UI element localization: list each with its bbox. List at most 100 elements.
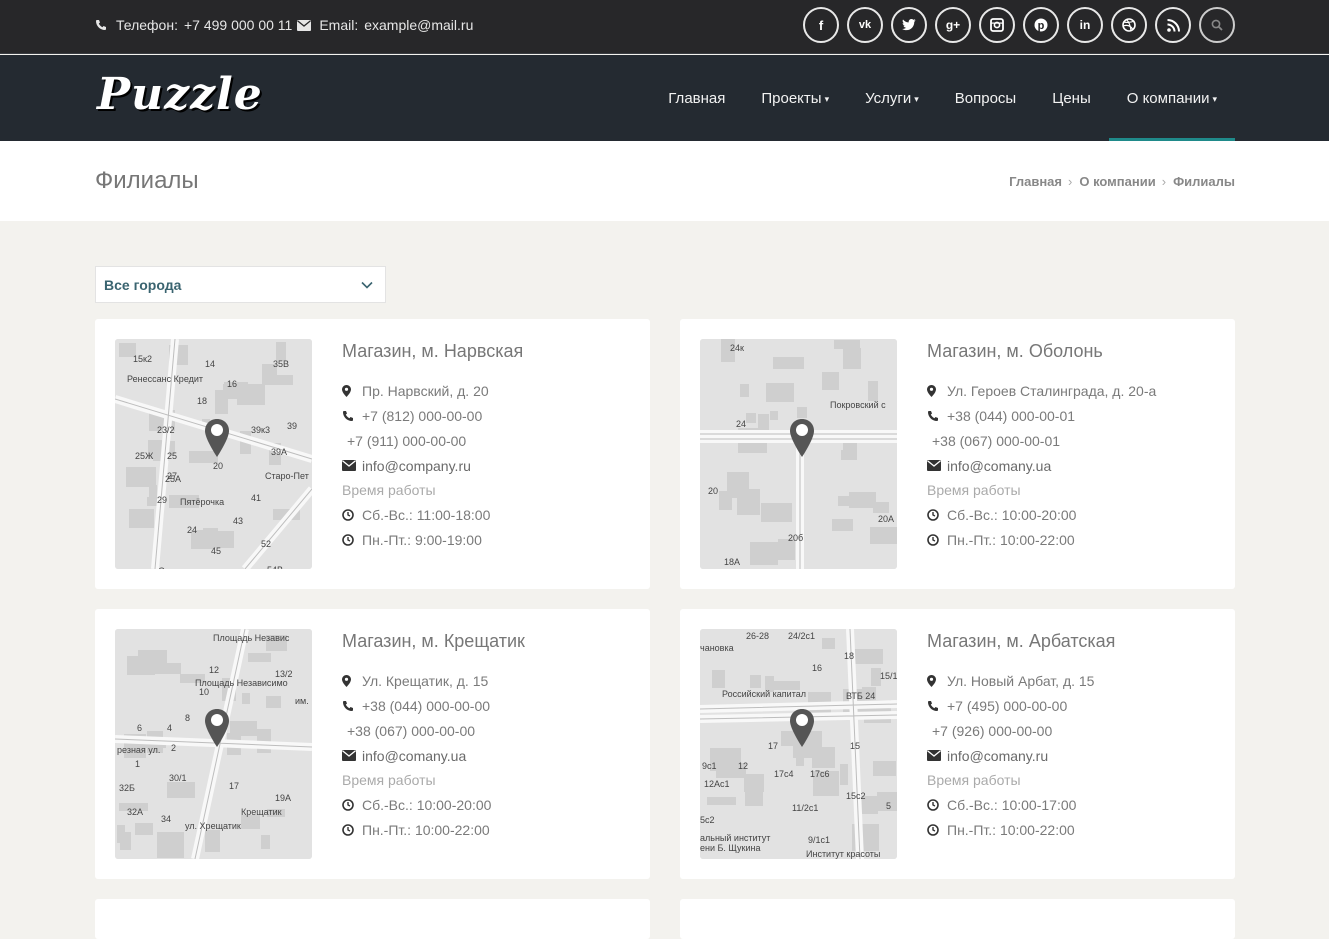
map-label: 20: [213, 461, 223, 471]
map-building: [746, 413, 756, 423]
phone-number[interactable]: +7 499 000 00 11: [184, 17, 292, 33]
main-menu: Главная Проекты ▾ Услуги ▾ Вопросы Цены О …: [650, 55, 1236, 141]
map-building: [744, 774, 764, 792]
map-building: [873, 761, 896, 776]
map-label: 43: [233, 516, 243, 526]
facebook-icon[interactable]: f: [803, 7, 839, 43]
branch-map[interactable]: Площадь Независ Площадь Независимо 13/2 12 1…: [115, 629, 312, 859]
map-label: Крещатик: [241, 807, 282, 817]
map-label: 16: [812, 663, 822, 673]
nav-item-home[interactable]: Главная: [650, 55, 743, 141]
working-hours-label: Время работы: [342, 772, 436, 788]
nav-item-prices[interactable]: Цены: [1034, 55, 1109, 141]
phone-text[interactable]: +7 (926) 000-00-00: [927, 723, 1052, 739]
map-label: 54В: [267, 565, 283, 569]
map-label: 18А: [724, 557, 740, 567]
address-text: Ул. Крещатик, д. 15: [362, 672, 489, 689]
branch-info: Магазин, м. Нарвская Пр. Нарвский, д. 20…: [342, 341, 640, 552]
pinterest-icon[interactable]: p: [1023, 7, 1059, 43]
phone-text[interactable]: +7 (911) 000-00-00: [342, 433, 466, 449]
map-label: пл. Стач: [143, 566, 178, 569]
branch-hours: Сб.-Вс.: 10:00-17:00: [927, 792, 1225, 817]
map-building: [832, 519, 853, 531]
nav-item-label: Главная: [668, 89, 726, 107]
map-label: Старо-Пет: [265, 471, 309, 481]
branch-name[interactable]: Магазин, м. Нарвская: [342, 341, 640, 362]
phone-text[interactable]: +7 (495) 000-00-00: [947, 698, 1067, 714]
map-building: [773, 357, 804, 369]
phone-text[interactable]: +38 (067) 000-00-01: [927, 433, 1060, 449]
linkedin-icon[interactable]: in: [1067, 7, 1103, 43]
page-title: Филиалы: [95, 167, 199, 194]
map-building: [129, 509, 154, 528]
main-navbar: Puzzle Главная Проекты ▾ Услуги ▾ Вопросы …: [0, 55, 1329, 141]
branch-name[interactable]: Магазин, м. Оболонь: [927, 341, 1225, 362]
branch-name[interactable]: Магазин, м. Арбатская: [927, 631, 1225, 652]
map-label: 17с4: [774, 769, 794, 779]
branch-map[interactable]: 26-28 24/2с1 чановка 16 18 15/1 Российский кап…: [700, 629, 897, 859]
map-label: 26-28: [746, 631, 769, 641]
map-label: резная ул.: [117, 745, 160, 755]
branch-name[interactable]: Магазин, м. Крещатик: [342, 631, 640, 652]
city-select[interactable]: Все города: [95, 266, 386, 303]
map-building: [727, 472, 749, 498]
vk-icon[interactable]: vk: [847, 7, 883, 43]
map-building: [167, 782, 195, 798]
map-building: [230, 721, 257, 736]
email-link[interactable]: info@comany.ua: [947, 458, 1051, 474]
hours-text: Сб.-Вс.: 10:00-17:00: [947, 796, 1077, 813]
working-hours-label: Время работы: [927, 482, 1021, 498]
map-label: 6: [137, 723, 142, 733]
map-label: 25: [167, 451, 177, 461]
branch-hours: Пн.-Пт.: 10:00-22:00: [927, 527, 1225, 552]
email-address[interactable]: example@mail.ru: [364, 17, 473, 33]
email-link[interactable]: info@comany.ua: [362, 748, 466, 764]
search-icon[interactable]: [1199, 7, 1235, 43]
branch-map[interactable]: 15к2 Ренессанс Кредит 14 35В 16 18 39к3 39 23/2 2…: [115, 339, 312, 569]
logo[interactable]: Puzzle: [97, 69, 263, 120]
nav-item-projects[interactable]: Проекты ▾: [743, 55, 847, 141]
map-label: Площадь Независ: [213, 633, 290, 643]
map-label: 20А: [878, 514, 894, 524]
phone-text[interactable]: +38 (044) 000-00-01: [947, 408, 1075, 424]
clock-icon: [927, 798, 947, 811]
map-label: 24: [187, 525, 197, 535]
map-label: 30/1: [169, 773, 187, 783]
map-label: 16: [227, 379, 237, 389]
nav-item-faq[interactable]: Вопросы: [937, 55, 1034, 141]
instagram-icon[interactable]: [979, 7, 1015, 43]
nav-item-about[interactable]: О компании ▾: [1108, 55, 1236, 141]
hours-text: Сб.-Вс.: 11:00-18:00: [362, 506, 491, 523]
email-link[interactable]: info@company.ru: [362, 458, 471, 474]
map-building: [126, 467, 156, 487]
map-label: 19А: [275, 793, 291, 803]
twitter-icon[interactable]: [891, 7, 927, 43]
phone-text[interactable]: +38 (044) 000-00-00: [362, 698, 490, 714]
map-building: [740, 384, 749, 397]
map-label: 32Б: [119, 783, 135, 793]
nav-item-label: Услуги: [865, 89, 912, 107]
breadcrumb: Главная › О компании › Филиалы: [1009, 174, 1235, 189]
google-plus-icon[interactable]: g+: [935, 7, 971, 43]
branch-email: info@comany.ua: [927, 453, 1225, 478]
phone-icon: [927, 700, 947, 712]
map-building: [149, 485, 157, 502]
branch-phone: +7 (812) 000-00-00: [342, 403, 640, 428]
nav-item-services[interactable]: Услуги ▾: [847, 55, 937, 141]
branch-map[interactable]: 24к Покровский с 24 20 20б 20А 18А: [700, 339, 897, 569]
map-label: 9/1с1: [808, 835, 830, 845]
map-label: 10: [199, 687, 209, 697]
phone-text[interactable]: +7 (812) 000-00-00: [362, 408, 482, 424]
email-link[interactable]: info@comany.ru: [947, 748, 1048, 764]
map-label: 39А: [271, 447, 287, 457]
rss-icon[interactable]: [1155, 7, 1191, 43]
map-label: 41: [251, 493, 261, 503]
clock-icon: [927, 823, 947, 836]
breadcrumb-home[interactable]: Главная: [1009, 174, 1062, 189]
map-label: 15к2: [133, 354, 152, 364]
breadcrumb-about[interactable]: О компании: [1079, 174, 1155, 189]
hours-text: Сб.-Вс.: 10:00-20:00: [947, 506, 1077, 523]
branch-email: info@comany.ru: [927, 743, 1225, 768]
phone-text[interactable]: +38 (067) 000-00-00: [342, 723, 475, 739]
dribbble-icon[interactable]: [1111, 7, 1147, 43]
